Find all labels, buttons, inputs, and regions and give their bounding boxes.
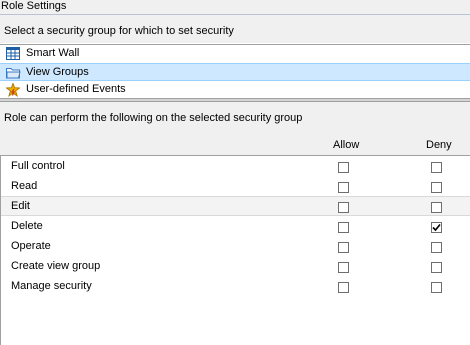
window-title-bar: Role Settings (0, 0, 470, 15)
allow-column-header: Allow (333, 139, 360, 151)
group-item-smart-wall[interactable]: Smart Wall (0, 45, 470, 63)
group-item-view-groups[interactable]: View Groups (0, 63, 470, 81)
permission-row-read: Read (1, 177, 470, 197)
permissions-caption: Role can perform the following on the se… (4, 112, 303, 124)
deny-column-header: Deny (426, 139, 452, 151)
security-group-caption-bar: Select a security group for which to set… (0, 15, 470, 43)
grid-icon (6, 47, 20, 60)
deny-checkbox[interactable] (431, 202, 442, 213)
event-icon (5, 82, 21, 98)
group-item-user-defined-events[interactable]: User-defined Events (0, 81, 470, 99)
permission-row-create-view-group: Create view group (1, 257, 470, 277)
permissions-table: Full control Read Edit Delete Operate Cr… (0, 155, 470, 345)
permission-row-operate: Operate (1, 237, 470, 257)
permission-row-delete: Delete (1, 217, 470, 237)
permissions-panel: Allow Deny Full control Read Edit Delete (0, 130, 470, 345)
deny-checkbox[interactable] (431, 242, 442, 253)
permission-name: Manage security (11, 280, 92, 292)
allow-checkbox[interactable] (338, 222, 349, 233)
deny-checkbox[interactable] (431, 222, 442, 233)
deny-checkbox[interactable] (431, 262, 442, 273)
group-item-label: Smart Wall (26, 47, 80, 59)
allow-checkbox[interactable] (338, 282, 349, 293)
permission-row-manage-security: Manage security (1, 277, 470, 297)
security-group-caption: Select a security group for which to set… (4, 25, 234, 37)
permission-name: Full control (11, 160, 65, 172)
group-item-label: User-defined Events (26, 83, 126, 95)
allow-checkbox[interactable] (338, 182, 349, 193)
permission-name: Edit (11, 200, 30, 212)
folder-icon (6, 66, 21, 79)
permission-row-edit: Edit (1, 196, 470, 216)
allow-checkbox[interactable] (338, 262, 349, 273)
permissions-caption-bar: Role can perform the following on the se… (0, 102, 470, 130)
deny-checkbox[interactable] (431, 182, 442, 193)
permission-name: Read (11, 180, 38, 192)
allow-checkbox[interactable] (338, 202, 349, 213)
permission-name: Operate (11, 240, 51, 252)
group-item-label: View Groups (26, 66, 89, 78)
deny-checkbox[interactable] (431, 282, 442, 293)
allow-checkbox[interactable] (338, 162, 349, 173)
permission-name: Delete (11, 220, 43, 232)
deny-checkbox[interactable] (431, 162, 442, 173)
security-group-list[interactable]: Smart Wall View Groups User-defined Even… (0, 44, 470, 99)
window-title: Role Settings (1, 0, 67, 12)
permission-name: Create view group (11, 260, 101, 272)
checkmark-icon (432, 223, 441, 232)
allow-checkbox[interactable] (338, 242, 349, 253)
permission-row-full-control: Full control (1, 157, 470, 177)
